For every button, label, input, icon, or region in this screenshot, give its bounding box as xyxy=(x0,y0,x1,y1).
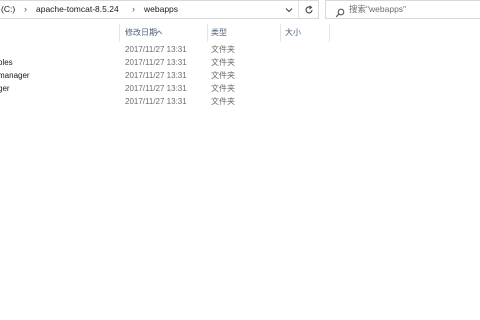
file-name: manager xyxy=(0,71,30,80)
file-name: ger xyxy=(0,84,10,93)
file-modified: 2017/11/27 13:31 xyxy=(125,71,187,80)
file-modified: 2017/11/27 13:31 xyxy=(125,58,187,67)
file-modified: 2017/11/27 13:31 xyxy=(125,45,187,54)
column-divider[interactable] xyxy=(119,24,120,42)
breadcrumb-separator[interactable]: › xyxy=(132,4,135,15)
column-header-type[interactable]: 类型 xyxy=(211,28,227,38)
search-placeholder: 搜索"webapps" xyxy=(349,4,407,14)
column-divider[interactable] xyxy=(329,24,330,42)
search-box[interactable]: 搜索"webapps" xyxy=(325,0,480,19)
column-divider[interactable] xyxy=(280,24,281,42)
file-row[interactable]: manager 2017/11/27 13:31 文件夹 xyxy=(0,70,330,82)
address-divider xyxy=(298,1,299,18)
file-type: 文件夹 xyxy=(211,71,235,80)
address-bar[interactable]: (C:) › apache-tomcat-8.5.24 › webapps xyxy=(0,0,319,19)
file-name: ples xyxy=(0,58,13,67)
file-type: 文件夹 xyxy=(211,84,235,93)
file-row[interactable]: ger 2017/11/27 13:31 文件夹 xyxy=(0,83,330,95)
refresh-icon[interactable] xyxy=(300,1,317,18)
file-modified: 2017/11/27 13:31 xyxy=(125,84,187,93)
search-icon xyxy=(335,5,345,23)
file-type: 文件夹 xyxy=(211,58,235,67)
breadcrumb-separator[interactable]: › xyxy=(24,4,27,15)
file-type: 文件夹 xyxy=(211,97,235,106)
file-row[interactable]: ples 2017/11/27 13:31 文件夹 xyxy=(0,57,330,69)
column-divider[interactable] xyxy=(207,24,208,42)
column-header-size[interactable]: 大小 xyxy=(285,28,301,38)
file-type: 文件夹 xyxy=(211,45,235,54)
file-row[interactable]: 2017/11/27 13:31 文件夹 xyxy=(0,96,330,108)
file-modified: 2017/11/27 13:31 xyxy=(125,97,187,106)
breadcrumb-apache-tomcat[interactable]: apache-tomcat-8.5.24 xyxy=(36,4,119,15)
breadcrumb-drive[interactable]: (C:) xyxy=(1,4,15,15)
chevron-down-icon[interactable] xyxy=(282,1,296,18)
column-header-modified[interactable]: 修改日期 xyxy=(125,28,157,38)
breadcrumb-webapps[interactable]: webapps xyxy=(144,4,178,15)
file-row[interactable]: 2017/11/27 13:31 文件夹 xyxy=(0,44,330,56)
